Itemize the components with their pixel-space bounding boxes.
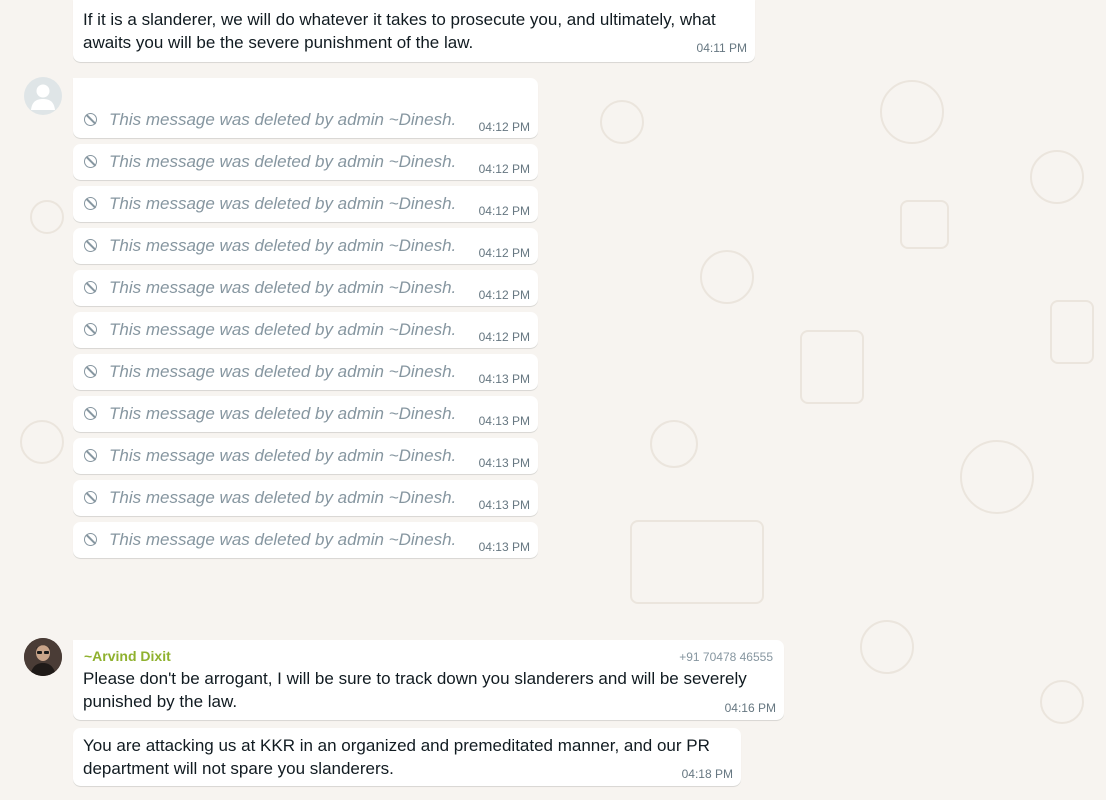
message-time: 04:12 PM (478, 288, 530, 302)
message-time: 04:12 PM (478, 204, 530, 218)
message-time: 04:12 PM (478, 330, 530, 344)
deleted-message-bubble[interactable]: This message was deleted by admin ~Dines… (73, 228, 538, 264)
prohibited-circle-icon (84, 407, 97, 420)
message-time: 04:12 PM (478, 120, 530, 134)
deleted-message-bubble[interactable]: This message was deleted by admin ~Dines… (73, 78, 538, 138)
message-time: 04:12 PM (478, 162, 530, 176)
deleted-message-bubble[interactable]: This message was deleted by admin ~Dines… (73, 396, 538, 432)
deleted-message-text: This message was deleted by admin ~Dines… (109, 110, 457, 129)
message-text: Please don't be arrogant, I will be sure… (83, 669, 747, 711)
prohibited-circle-icon (84, 281, 97, 294)
sender-avatar[interactable] (24, 77, 62, 115)
message-text: If it is a slanderer, we will do whateve… (83, 10, 716, 52)
deleted-message-bubble[interactable]: This message was deleted by admin ~Dines… (73, 354, 538, 390)
message-list[interactable]: If it is a slanderer, we will do whateve… (0, 0, 1106, 800)
message-time: 04:11 PM (696, 41, 747, 55)
message-bubble[interactable]: ~Arvind Dixit +91 70478 46555 Please don… (73, 640, 784, 720)
prohibited-circle-icon (84, 197, 97, 210)
prohibited-circle-icon (84, 491, 97, 504)
deleted-message-text: This message was deleted by admin ~Dines… (109, 236, 457, 255)
deleted-message-bubble[interactable]: This message was deleted by admin ~Dines… (73, 144, 538, 180)
deleted-message-bubble[interactable]: This message was deleted by admin ~Dines… (73, 522, 538, 558)
sender-avatar[interactable] (24, 638, 62, 676)
message-bubble[interactable]: If it is a slanderer, we will do whateve… (73, 0, 755, 62)
sender-phone: +91 70478 46555 (679, 650, 773, 664)
deleted-message-bubble[interactable]: This message was deleted by admin ~Dines… (73, 270, 538, 306)
message-time: 04:13 PM (478, 414, 530, 428)
profile-photo-icon (24, 638, 62, 676)
prohibited-circle-icon (84, 365, 97, 378)
prohibited-circle-icon (84, 113, 97, 126)
deleted-message-text: This message was deleted by admin ~Dines… (109, 362, 457, 381)
message-bubble[interactable]: You are attacking us at KKR in an organi… (73, 728, 741, 786)
deleted-message-text: This message was deleted by admin ~Dines… (109, 488, 457, 507)
deleted-message-bubble[interactable]: This message was deleted by admin ~Dines… (73, 186, 538, 222)
prohibited-circle-icon (84, 323, 97, 336)
deleted-message-bubble[interactable]: This message was deleted by admin ~Dines… (73, 312, 538, 348)
prohibited-circle-icon (84, 533, 97, 546)
prohibited-circle-icon (84, 155, 97, 168)
message-time: 04:13 PM (478, 456, 530, 470)
message-time: 04:13 PM (478, 540, 530, 554)
deleted-message-text: This message was deleted by admin ~Dines… (109, 278, 457, 297)
message-time: 04:13 PM (478, 498, 530, 512)
deleted-message-text: This message was deleted by admin ~Dines… (109, 194, 457, 213)
deleted-message-bubble[interactable]: This message was deleted by admin ~Dines… (73, 438, 538, 474)
sender-name[interactable]: ~Arvind Dixit (84, 648, 171, 664)
deleted-message-text: This message was deleted by admin ~Dines… (109, 530, 457, 549)
deleted-message-text: This message was deleted by admin ~Dines… (109, 320, 457, 339)
prohibited-circle-icon (84, 449, 97, 462)
message-time: 04:13 PM (478, 372, 530, 386)
message-time: 04:12 PM (478, 246, 530, 260)
deleted-message-text: This message was deleted by admin ~Dines… (109, 404, 457, 423)
default-user-icon (31, 84, 55, 110)
deleted-message-text: This message was deleted by admin ~Dines… (109, 446, 457, 465)
deleted-message-text: This message was deleted by admin ~Dines… (109, 152, 457, 171)
prohibited-circle-icon (84, 239, 97, 252)
message-text: You are attacking us at KKR in an organi… (83, 736, 710, 778)
message-time: 04:16 PM (724, 701, 776, 715)
message-time: 04:18 PM (681, 767, 733, 781)
deleted-message-bubble[interactable]: This message was deleted by admin ~Dines… (73, 480, 538, 516)
